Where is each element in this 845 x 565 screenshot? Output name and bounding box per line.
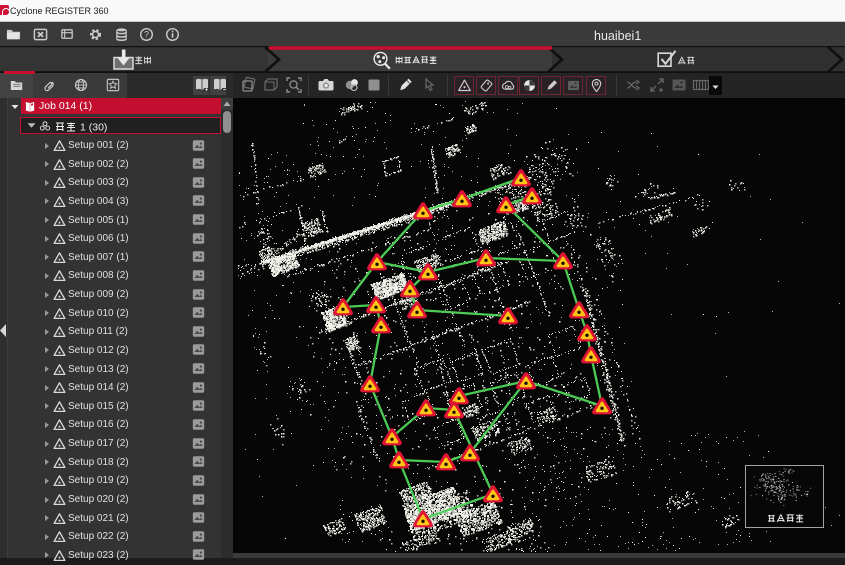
svg-text:1 (30): 1 (30) [80, 121, 107, 133]
svg-text:?: ? [144, 30, 149, 40]
